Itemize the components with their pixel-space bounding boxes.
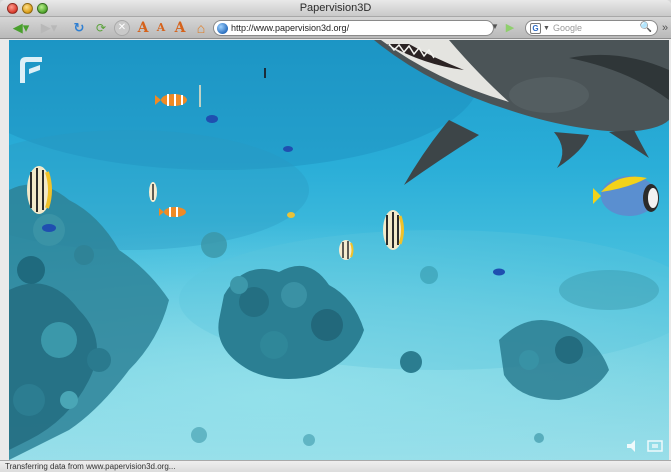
- decrease-text-button[interactable]: A: [154, 20, 168, 36]
- new-tab-icon: ⟳: [95, 21, 107, 35]
- history-dropdown-icon[interactable]: ▼: [491, 22, 499, 31]
- underwater-scene: [9, 40, 669, 460]
- go-button[interactable]: ▶: [503, 20, 517, 36]
- toolbar-overflow-button[interactable]: »: [660, 20, 670, 36]
- flash-3d-scene[interactable]: [9, 40, 669, 460]
- home-icon: ⌂: [196, 20, 206, 36]
- reload-icon: ↻: [73, 20, 85, 35]
- address-bar[interactable]: http://www.papervision3d.org/: [213, 20, 494, 36]
- font-size-label: A: [174, 20, 186, 36]
- small-blue-fish: [493, 268, 505, 276]
- stop-button[interactable]: ✕: [114, 20, 130, 36]
- search-engine-dropdown-icon[interactable]: ▼: [543, 25, 550, 32]
- status-bar: Transferring data from www.papervision3d…: [0, 460, 671, 472]
- scene-controls: [626, 439, 663, 453]
- site-globe-icon: [217, 22, 228, 34]
- arrow-left-icon: ◀▾: [12, 20, 30, 35]
- stop-icon: ✕: [117, 22, 127, 33]
- magnifier-icon[interactable]: 🔍: [640, 22, 652, 33]
- butterfly-fish: [339, 240, 354, 260]
- back-button[interactable]: ◀▾: [8, 20, 34, 36]
- window-title: Papervision3D: [299, 2, 372, 14]
- home-button[interactable]: ⌂: [192, 20, 210, 36]
- title-bar[interactable]: Papervision3D: [0, 0, 671, 17]
- search-engine-icon[interactable]: G: [530, 22, 541, 34]
- status-text: Transferring data from www.papervision3d…: [5, 462, 176, 471]
- butterfly-fish: [383, 210, 404, 250]
- reload-button[interactable]: ↻: [70, 20, 88, 36]
- arrow-right-icon: ▶▾: [40, 20, 58, 35]
- fullscreen-icon[interactable]: [647, 439, 663, 453]
- papervision-logo-icon[interactable]: [16, 53, 48, 85]
- address-input[interactable]: http://www.papervision3d.org/: [231, 23, 349, 33]
- angel-fish: [593, 176, 659, 216]
- small-blue-fish: [42, 224, 56, 232]
- distant-fish: [199, 85, 201, 107]
- small-blue-fish: [283, 146, 293, 152]
- play-icon: ▶: [505, 22, 515, 34]
- reset-text-button[interactable]: A: [172, 20, 188, 36]
- small-yellow-fish: [287, 212, 295, 218]
- navigation-toolbar: ◀▾ ▶▾ ↻ ⟳ ✕ A A A ⌂ http://www.papervisi…: [0, 17, 671, 39]
- new-tab-button[interactable]: ⟳: [92, 20, 110, 36]
- search-input[interactable]: Google: [553, 23, 582, 33]
- font-size-label: A: [137, 20, 149, 36]
- sound-icon[interactable]: [626, 439, 642, 453]
- distant-fish: [264, 68, 266, 78]
- butterfly-fish: [27, 166, 52, 214]
- search-box[interactable]: G ▼ Google 🔍: [525, 20, 658, 36]
- font-size-label: A: [156, 21, 166, 34]
- browser-window: Papervision3D ◀▾ ▶▾ ↻ ⟳ ✕ A A A ⌂ http:/…: [0, 0, 671, 472]
- forward-button[interactable]: ▶▾: [36, 20, 62, 36]
- increase-text-button[interactable]: A: [135, 20, 151, 36]
- butterfly-fish: [149, 182, 157, 202]
- chevron-icon: »: [661, 22, 669, 34]
- small-blue-fish: [206, 115, 218, 123]
